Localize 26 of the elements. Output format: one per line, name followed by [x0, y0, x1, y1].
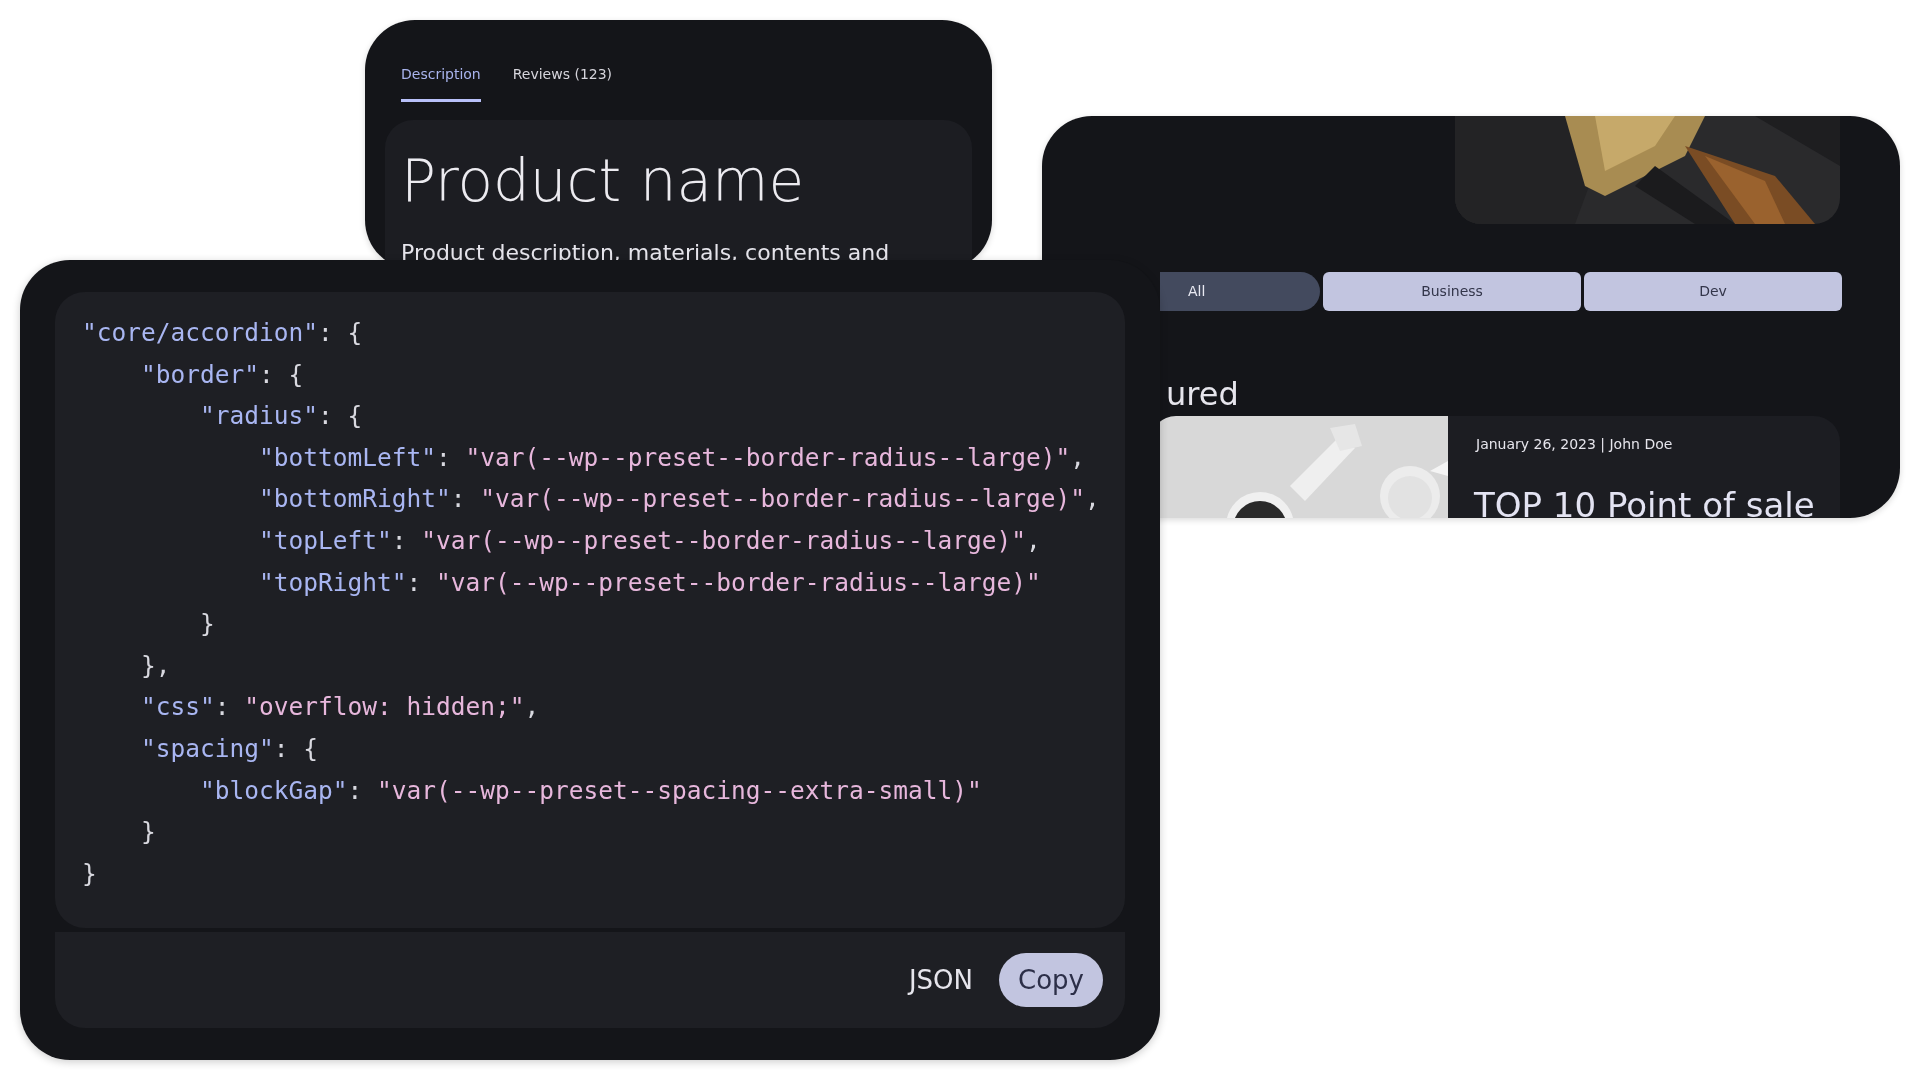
code-line: "bottomLeft": "var(--wp--preset--border-radius--large)", [258, 441, 1086, 474]
code-line: "bottomRight": "var(--wp--preset--border-radius--large)", [258, 483, 1100, 516]
code-line: "spacing": { [140, 732, 319, 765]
code-line: "border": { [140, 358, 304, 391]
post-meta: January 26, 2023 | John Doe [1476, 435, 1673, 455]
code-line: "blockGap": "var(--wp--preset--spacing--extra-small)" [199, 774, 982, 807]
product-description: Product description, materials, contents and [401, 239, 891, 267]
code-line: "radius": { [199, 400, 363, 433]
product-title: Product name [401, 152, 806, 210]
section-heading: ured [1166, 374, 1239, 415]
code-line: "topLeft": "var(--wp--preset--border-radius--large)", [258, 524, 1041, 557]
filter-pill[interactable]: All [1160, 272, 1320, 311]
code-line: } [82, 857, 97, 890]
copy-button[interactable]: Copy [999, 953, 1103, 1007]
code-line: "topRight": "var(--wp--preset--border-radius--large)" [258, 566, 1041, 599]
tab[interactable]: Description [401, 64, 481, 102]
filter-pill[interactable]: Dev [1584, 272, 1842, 311]
code-line: } [199, 608, 215, 641]
code-line: }, [140, 649, 171, 682]
code-line: } [140, 816, 156, 849]
language-label: JSON [908, 963, 973, 997]
filter-pill[interactable]: Business [1323, 272, 1581, 311]
post-title[interactable]: TOP 10 Point of sale [1474, 480, 1815, 518]
code-line: "core/accordion": { [82, 317, 363, 349]
code-line: "css": "overflow: hidden;", [140, 691, 540, 724]
tab[interactable]: Reviews (123) [512, 64, 613, 102]
